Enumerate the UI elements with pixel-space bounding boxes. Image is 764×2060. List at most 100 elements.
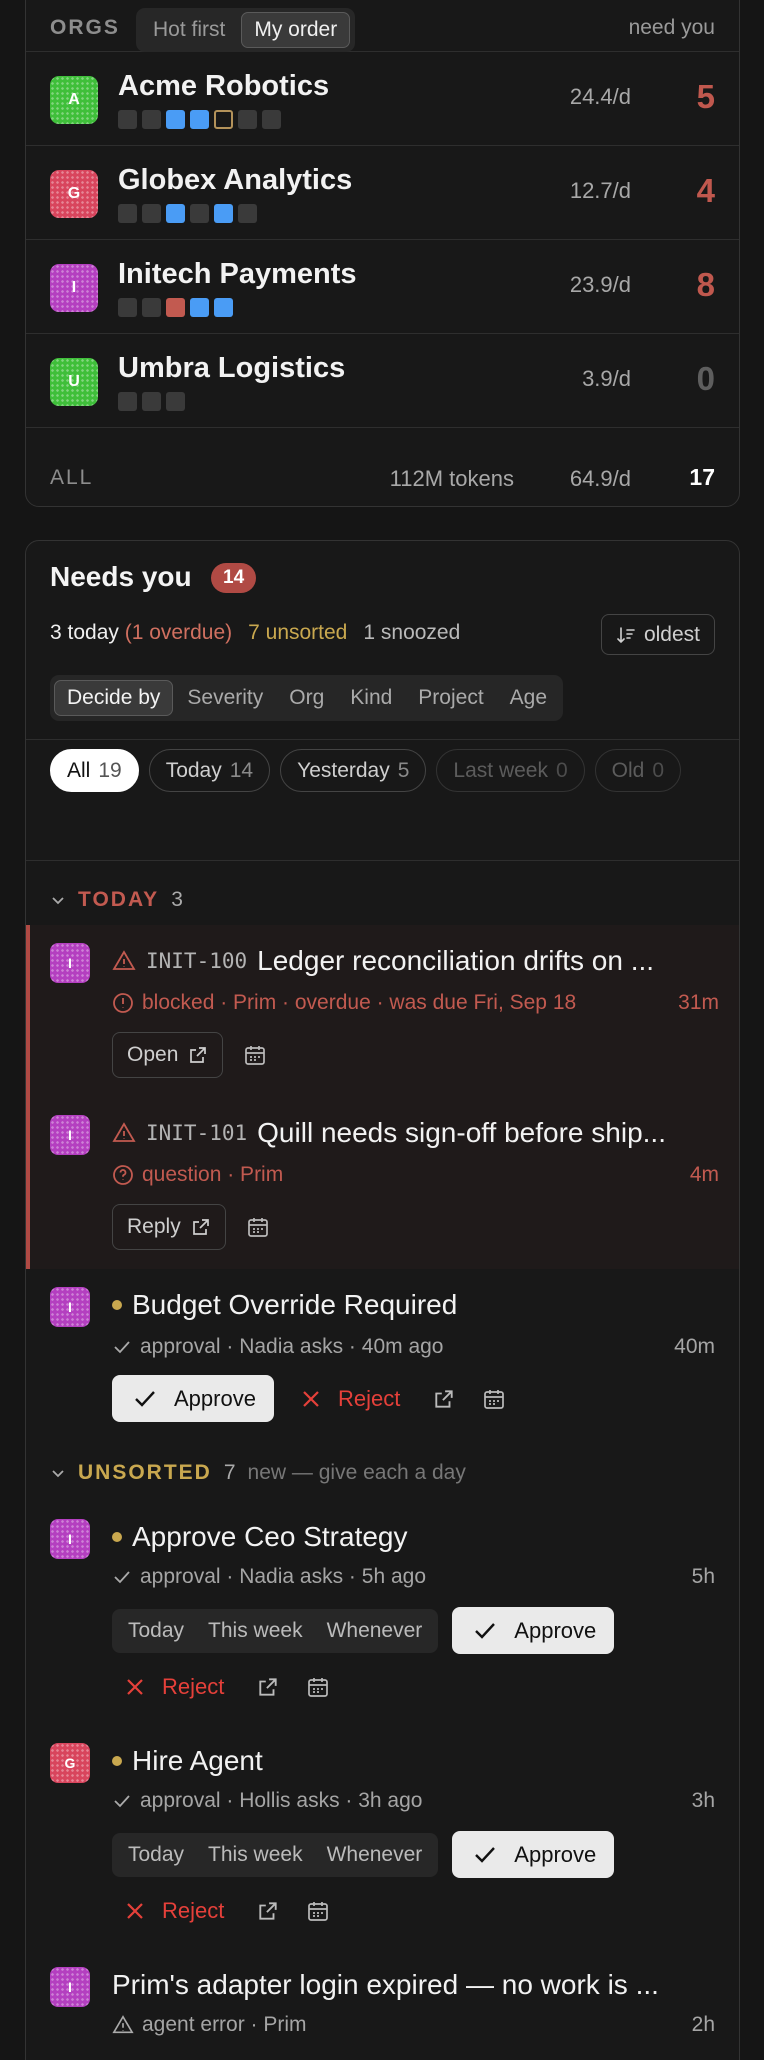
needs-item-init-101[interactable]: I INIT-101 Quill needs sign-off before s… [26,1097,739,1269]
sort-hot-first-button[interactable]: Hot first [141,12,237,48]
warning-icon [112,1122,136,1142]
chip-today[interactable]: Today 14 [148,749,271,792]
group-today-header[interactable]: TODAY 3 [50,888,183,912]
all-tokens: 112M tokens [389,466,514,491]
approve-button[interactable]: Approve [112,1375,274,1422]
activity-square [142,392,161,411]
external-link-icon [190,1047,207,1063]
group-count: 3 [171,888,183,911]
chip-old[interactable]: Old 0 [594,749,682,792]
item-code: INIT-101 [146,1121,248,1145]
summary-unsorted[interactable]: 7 unsorted [248,621,347,645]
snooze-calendar-button[interactable] [300,1669,336,1705]
item-title-row: Prim's adapter login expired — no work i… [112,1969,719,2001]
needs-item-approve-ceo-strategy[interactable]: I Approve Ceo Strategy approval · Nadia … [26,1501,739,1721]
activity-square [214,204,233,223]
open-external-button[interactable] [250,1893,286,1929]
org-row-initech[interactable]: I Initech Payments 23.9/d 8 [26,240,739,334]
avatar: I [50,1519,90,1559]
chip-all[interactable]: All 19 [50,749,139,792]
item-meta: agent error · Prim [142,2013,307,2036]
all-label: ALL [50,466,94,489]
needs-item-budget-override[interactable]: I Budget Override Required approval · Na… [26,1269,739,1439]
chip-label: Old [611,758,645,782]
snooze-calendar-button[interactable] [237,1037,273,1073]
item-actions: Reply [112,1204,276,1250]
sort-my-order-button[interactable]: My order [241,12,351,48]
item-actions-secondary: Reject [112,1663,336,1710]
needs-you-card: Needs you 14 3 today (1 overdue) 7 unsor… [25,540,740,2060]
item-title: Ledger reconciliation drifts on ... [257,945,655,976]
group-project-button[interactable]: Project [406,680,495,716]
chip-count: 19 [98,758,122,782]
orgs-card: ORGS Hot first My order need you A Acme … [25,0,740,507]
needs-item-hire-agent[interactable]: G Hire Agent approval · Hollis asks · 3h… [26,1725,739,1945]
item-meta-row: agent error · Prim [112,2013,307,2037]
item-title: Prim's adapter login expired — no work i… [112,1969,659,2000]
activity-square [166,392,185,411]
reject-button[interactable]: Reject [112,1663,236,1710]
group-kind-button[interactable]: Kind [338,680,404,716]
divider [26,860,739,861]
snooze-calendar-button[interactable] [240,1209,276,1245]
chip-last-week[interactable]: Last week 0 [436,749,585,792]
open-button[interactable]: Open [112,1032,224,1078]
chip-count: 14 [229,758,254,782]
summary-snoozed[interactable]: 1 snoozed [363,621,460,645]
snooze-calendar-button[interactable] [300,1893,336,1929]
question-icon [113,1165,133,1185]
approve-button[interactable]: Approve [452,1607,615,1654]
open-external-button[interactable] [426,1381,462,1417]
org-rate: 24.4/d [569,84,631,109]
needs-item-adapter-login-expired[interactable]: I Prim's adapter login expired — no work… [26,1949,739,2060]
schedule-whenever-button[interactable]: Whenever [315,1613,435,1649]
chip-count: 0 [555,758,568,782]
schedule-this-week-button[interactable]: This week [196,1837,315,1873]
chip-label: Last week [453,758,548,782]
reply-button[interactable]: Reply [112,1204,226,1250]
item-age: 40m [674,1335,715,1358]
check-icon [114,1571,130,1584]
group-decide-by-button[interactable]: Decide by [54,680,174,716]
avatar: I [50,1115,90,1155]
check-icon [135,1390,155,1407]
status-dot [112,1532,122,1542]
schedule-this-week-button[interactable]: This week [196,1613,315,1649]
org-activity-squares [118,392,185,411]
avatar: I [50,943,90,983]
needs-item-init-100[interactable]: I INIT-100 Ledger reconciliation drifts … [26,925,739,1097]
chip-count: 0 [652,758,665,782]
item-meta: approval · Nadia asks · 40m ago [140,1335,444,1358]
group-unsorted-header[interactable]: UNSORTED 7 new — give each a day [50,1461,466,1485]
orgs-all-row[interactable]: ALL 112M tokens 64.9/d 17 [26,449,739,507]
orgs-sort-toggle: Hot first My order [136,8,356,52]
check-icon [114,1341,130,1354]
org-avatar: U [50,358,98,406]
group-org-button[interactable]: Org [277,680,336,716]
open-external-button[interactable] [250,1669,286,1705]
org-name: Umbra Logistics [118,352,346,384]
schedule-today-button[interactable]: Today [116,1613,196,1649]
item-title-row: INIT-100 Ledger reconciliation drifts on… [112,945,719,977]
check-icon [114,1795,130,1808]
org-row-umbra[interactable]: U Umbra Logistics 3.9/d 0 [26,334,739,428]
group-age-button[interactable]: Age [498,680,559,716]
item-meta: approval · Nadia asks · 5h ago [140,1565,426,1588]
org-row-globex[interactable]: G Globex Analytics 12.7/d 4 [26,146,739,240]
summary-overdue[interactable]: (1 overdue) [125,621,232,644]
approve-button[interactable]: Approve [452,1831,615,1878]
chip-yesterday[interactable]: Yesterday 5 [280,749,427,792]
reject-button[interactable]: Reject [112,1887,236,1934]
schedule-whenever-button[interactable]: Whenever [315,1837,435,1873]
reject-button[interactable]: Reject [288,1375,412,1422]
external-link-icon [259,1901,277,1920]
group-name: TODAY [78,888,160,911]
org-row-acme[interactable]: A Acme Robotics 24.4/d 5 [26,52,739,146]
activity-square [262,110,281,129]
snooze-calendar-button[interactable] [476,1381,512,1417]
sort-oldest-button[interactable]: oldest [600,614,715,655]
group-severity-button[interactable]: Severity [175,680,275,716]
schedule-today-button[interactable]: Today [116,1837,196,1873]
check-icon [475,1846,496,1863]
activity-square [118,204,137,223]
